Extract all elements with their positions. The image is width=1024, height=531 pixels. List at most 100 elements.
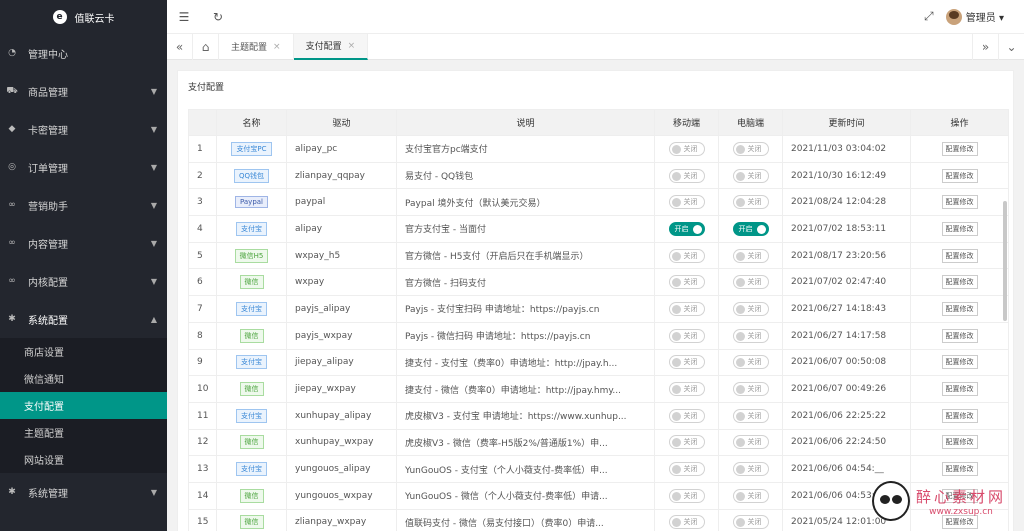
toggle-switch[interactable]: 关闭 xyxy=(732,408,769,423)
toggle-knob xyxy=(735,385,745,395)
toggle-knob xyxy=(735,465,745,475)
submenu-item[interactable]: 支付配置 xyxy=(0,392,167,419)
tab-0[interactable]: 主题配置 × xyxy=(219,33,294,60)
toggle-switch[interactable]: 关闭 xyxy=(668,382,705,397)
update-time-cell: 2021/10/30 16:12:49 xyxy=(782,161,911,190)
toggle-switch[interactable]: 关闭 xyxy=(732,515,769,530)
toggle-switch[interactable]: 关闭 xyxy=(732,141,769,156)
tabs-menu-icon[interactable]: ⌄ xyxy=(998,33,1024,60)
config-edit-button[interactable]: 配置修改 xyxy=(941,301,978,316)
switch-label: 关闭 xyxy=(747,144,762,153)
toggle-switch[interactable]: 关闭 xyxy=(668,408,705,423)
tab-1[interactable]: 支付配置 × xyxy=(293,33,369,60)
toggle-switch[interactable]: 关闭 xyxy=(732,195,769,210)
close-icon[interactable]: × xyxy=(348,41,356,51)
menu-toggle-icon[interactable]: ☰ xyxy=(167,0,201,34)
payment-name-badge: 支付宝 xyxy=(236,221,267,236)
sidebar-item-system-manage[interactable]: ✱ 系统管理 ▼ xyxy=(0,473,167,511)
submenu-item[interactable]: 网站设置 xyxy=(0,446,167,473)
toggle-switch[interactable]: 关闭 xyxy=(668,462,705,477)
tabs-scroll-right-icon[interactable]: » xyxy=(972,33,998,60)
config-edit-button[interactable]: 配置修改 xyxy=(941,221,978,236)
submenu-item[interactable]: 商店设置 xyxy=(0,338,167,365)
sidebar-item-label: 内核配置 xyxy=(28,277,68,289)
toggle-switch[interactable]: 开启 xyxy=(732,221,769,236)
submenu-item[interactable]: 主题配置 xyxy=(0,419,167,446)
avatar[interactable] xyxy=(945,8,962,25)
home-icon[interactable]: ⌂ xyxy=(193,33,219,60)
toggle-switch[interactable]: 关闭 xyxy=(668,248,705,263)
app-logo[interactable]: e 值联云卡 xyxy=(0,0,167,34)
toggle-knob xyxy=(671,198,681,208)
toggle-switch[interactable]: 关闭 xyxy=(668,328,705,343)
driver-cell: xunhupay_wxpay xyxy=(286,428,397,457)
submenu-item[interactable]: 微信通知 xyxy=(0,365,167,392)
update-time-cell: 2021/07/02 18:53:11 xyxy=(782,215,911,243)
config-edit-button[interactable]: 配置修改 xyxy=(941,408,978,423)
config-edit-button[interactable]: 配置修改 xyxy=(941,355,978,370)
sidebar-item-3[interactable]: ◎ 订单管理 ▼ xyxy=(0,148,167,186)
driver-cell: paypal xyxy=(286,188,397,217)
toggle-switch[interactable]: 关闭 xyxy=(732,275,769,290)
row-id: 3 xyxy=(188,188,217,217)
toggle-switch[interactable]: 关闭 xyxy=(668,435,705,450)
toggle-switch[interactable]: 关闭 xyxy=(732,328,769,343)
toggle-knob xyxy=(671,171,681,181)
toggle-switch[interactable]: 关闭 xyxy=(732,301,769,316)
sidebar-item-2[interactable]: ◆ 卡密管理 ▼ xyxy=(0,110,167,148)
toggle-switch[interactable]: 关闭 xyxy=(668,515,705,530)
toggle-knob xyxy=(756,224,766,234)
sidebar-item-6[interactable]: ∞ 内核配置 ▼ xyxy=(0,262,167,300)
update-time-cell: 2021/06/27 14:18:43 xyxy=(782,295,911,323)
update-time-cell: 2021/07/02 02:47:40 xyxy=(782,268,911,297)
toggle-switch[interactable]: 关闭 xyxy=(732,168,769,183)
refresh-icon[interactable]: ↻ xyxy=(201,0,235,34)
table-row: 4 支付宝 alipay 官方支付宝 - 当面付 开启 开启 2021/07/0… xyxy=(188,215,1009,243)
toggle-switch[interactable]: 关闭 xyxy=(732,355,769,370)
config-edit-button[interactable]: 配置修改 xyxy=(941,382,978,397)
toggle-switch[interactable]: 开启 xyxy=(668,221,705,236)
toggle-switch[interactable]: 关闭 xyxy=(732,462,769,477)
update-time-cell: 2021/06/07 00:50:08 xyxy=(782,348,911,377)
payment-name-badge: 微信 xyxy=(239,328,264,343)
switch-label: 关闭 xyxy=(683,331,698,340)
column-header: 名称 xyxy=(216,109,287,136)
toggle-switch[interactable]: 关闭 xyxy=(668,301,705,316)
tab-label: 主题配置 xyxy=(231,43,268,53)
config-edit-button[interactable]: 配置修改 xyxy=(941,248,978,263)
toggle-switch[interactable]: 关闭 xyxy=(732,382,769,397)
toggle-switch[interactable]: 关闭 xyxy=(668,275,705,290)
toggle-switch[interactable]: 关闭 xyxy=(668,168,705,183)
sidebar-item-1[interactable]: ⛟ 商品管理 ▼ xyxy=(0,72,167,110)
toggle-switch[interactable]: 关闭 xyxy=(668,195,705,210)
sidebar-item-system-config[interactable]: ✱ 系统配置 ▲ xyxy=(0,300,167,338)
toggle-switch[interactable]: 关闭 xyxy=(732,488,769,503)
user-name: 管理员 xyxy=(965,13,996,24)
toggle-switch[interactable]: 关闭 xyxy=(668,141,705,156)
sidebar-item-4[interactable]: ∞ 营销助手 ▼ xyxy=(0,186,167,224)
config-edit-button[interactable]: 配置修改 xyxy=(941,328,978,343)
toggle-switch[interactable]: 关闭 xyxy=(732,248,769,263)
fullscreen-icon[interactable]: ⤢ xyxy=(912,0,946,34)
table-row: 13 支付宝 yungouos_alipay YunGouOS - 支付宝（个人… xyxy=(188,455,1009,483)
description-cell: 支付宝官方pc端支付 xyxy=(396,135,655,163)
sidebar-item-5[interactable]: ∞ 内容管理 ▼ xyxy=(0,224,167,262)
toggle-knob xyxy=(692,224,702,234)
scrollbar[interactable] xyxy=(1003,201,1007,321)
toggle-switch[interactable]: 关闭 xyxy=(668,355,705,370)
close-icon[interactable]: × xyxy=(273,42,281,52)
config-edit-button[interactable]: 配置修改 xyxy=(941,275,978,290)
switch-label: 关闭 xyxy=(747,278,762,287)
config-edit-button[interactable]: 配置修改 xyxy=(941,141,978,156)
config-edit-button[interactable]: 配置修改 xyxy=(941,195,978,210)
toggle-switch[interactable]: 关闭 xyxy=(732,435,769,450)
toggle-switch[interactable]: 关闭 xyxy=(668,488,705,503)
config-edit-button[interactable]: 配置修改 xyxy=(941,462,978,477)
sidebar-item-label: 商品管理 xyxy=(28,87,68,99)
config-edit-button[interactable]: 配置修改 xyxy=(941,168,978,183)
config-edit-button[interactable]: 配置修改 xyxy=(941,435,978,450)
tabs-scroll-left-icon[interactable]: « xyxy=(167,33,193,60)
sidebar-item-0[interactable]: ◔ 管理中心 xyxy=(0,34,167,72)
switch-label: 关闭 xyxy=(683,144,698,153)
user-menu[interactable]: 管理员 ▾ xyxy=(966,9,1004,24)
